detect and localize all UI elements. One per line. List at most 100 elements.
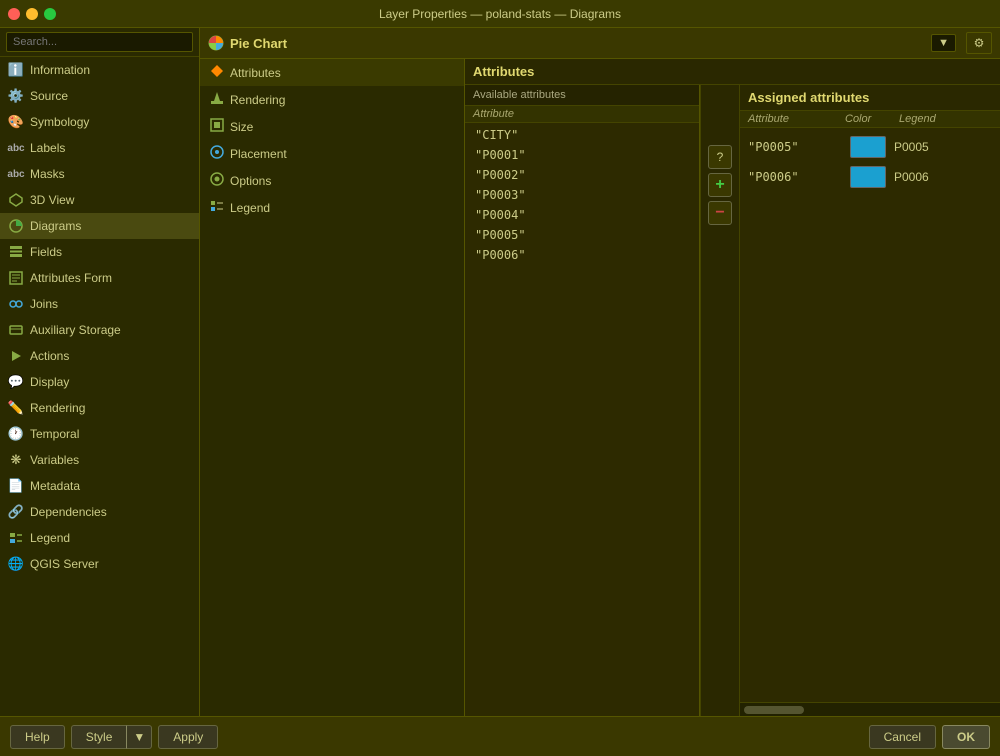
transfer-buttons: ? + − xyxy=(700,85,740,716)
add-attribute-button[interactable]: + xyxy=(708,173,732,197)
symbology-icon: 🎨 xyxy=(8,114,24,130)
assigned-scrollbar[interactable] xyxy=(740,702,1000,716)
sidebar-label-source: Source xyxy=(30,89,68,103)
sidebar-item-dependencies[interactable]: 🔗 Dependencies xyxy=(0,499,199,525)
scroll-thumb xyxy=(744,706,804,714)
assigned-item-p0006[interactable]: "P0006" P0006 xyxy=(740,162,1000,192)
diagram-type-dropdown[interactable]: ▼ xyxy=(931,34,956,52)
temporal-icon: 🕐 xyxy=(8,426,24,442)
window-controls[interactable] xyxy=(8,8,56,20)
attribute-column-header: Attribute xyxy=(473,108,514,120)
sidebar-item-symbology[interactable]: 🎨 Symbology xyxy=(0,109,199,135)
sidebar-item-rendering[interactable]: ✏️ Rendering xyxy=(0,395,199,421)
sidebar-item-source[interactable]: ⚙️ Source xyxy=(0,83,199,109)
sidebar-label-information: Information xyxy=(30,63,90,77)
style-button[interactable]: Style xyxy=(71,725,127,749)
menu-item-legend[interactable]: Legend xyxy=(200,194,464,221)
sidebar-item-masks[interactable]: abc Masks xyxy=(0,161,199,187)
assigned-attribute-header: Attribute xyxy=(748,113,841,125)
diagram-type-label: Pie Chart xyxy=(230,36,287,51)
help-button[interactable]: Help xyxy=(10,725,65,749)
menu-item-attributes[interactable]: Attributes xyxy=(200,59,464,86)
available-attributes-header: Available attributes xyxy=(465,85,699,106)
assigned-attributes-section: Assigned attributes Attribute Color Lege… xyxy=(740,85,1000,716)
sidebar-item-3dview[interactable]: 3D View xyxy=(0,187,199,213)
sidebar-item-display[interactable]: 💬 Display xyxy=(0,369,199,395)
assigned-attributes-header: Assigned attributes xyxy=(740,85,1000,111)
assigned-attr-label-p0006: "P0006" xyxy=(748,170,846,184)
sidebar-label-rendering: Rendering xyxy=(30,401,85,415)
source-icon: ⚙️ xyxy=(8,88,24,104)
dropdown-chevron: ▼ xyxy=(938,37,949,49)
available-attributes-section: Available attributes Attribute "CITY" "P… xyxy=(465,85,700,716)
available-attr-p0003[interactable]: "P0003" xyxy=(465,185,699,205)
minimize-button[interactable] xyxy=(26,8,38,20)
search-input[interactable] xyxy=(6,32,193,52)
sidebar-item-legend[interactable]: Legend xyxy=(0,525,199,551)
main-container: ℹ️ Information ⚙️ Source 🎨 Symbology abc… xyxy=(0,28,1000,716)
available-attr-p0006[interactable]: "P0006" xyxy=(465,245,699,265)
diagrams-icon xyxy=(8,218,24,234)
remove-attribute-button[interactable]: − xyxy=(708,201,732,225)
legend-icon xyxy=(8,530,24,546)
sidebar-item-temporal[interactable]: 🕐 Temporal xyxy=(0,421,199,447)
cancel-button[interactable]: Cancel xyxy=(869,725,936,749)
actions-icon xyxy=(8,348,24,364)
sidebar-label-actions: Actions xyxy=(30,349,69,363)
variables-icon: ❋ xyxy=(8,452,24,468)
sidebar-label-labels: Labels xyxy=(30,141,65,155)
assigned-legend-p0005: P0005 xyxy=(890,140,992,154)
sidebar-item-information[interactable]: ℹ️ Information xyxy=(0,57,199,83)
attributes-form-icon xyxy=(8,270,24,286)
sidebar-item-variables[interactable]: ❋ Variables xyxy=(0,447,199,473)
options-menu-icon xyxy=(210,172,224,189)
assigned-item-p0005[interactable]: "P0005" P0005 xyxy=(740,132,1000,162)
dependencies-icon: 🔗 xyxy=(8,504,24,520)
bottom-bar: Help Style ▼ Apply Cancel OK xyxy=(0,716,1000,756)
right-panel: Attributes Available attributes Attribut… xyxy=(465,59,1000,716)
settings-button[interactable]: ⚙ xyxy=(966,32,992,54)
rendering-menu-icon xyxy=(210,91,224,108)
maximize-button[interactable] xyxy=(44,8,56,20)
style-dropdown-button[interactable]: ▼ xyxy=(126,725,152,749)
question-button[interactable]: ? xyxy=(708,145,732,169)
sidebar-label-metadata: Metadata xyxy=(30,479,80,493)
available-attr-p0004[interactable]: "P0004" xyxy=(465,205,699,225)
sidebar-item-fields[interactable]: Fields xyxy=(0,239,199,265)
size-menu-icon xyxy=(210,118,224,135)
sidebar-label-3dview: 3D View xyxy=(30,193,74,207)
menu-item-rendering[interactable]: Rendering xyxy=(200,86,464,113)
available-attr-city[interactable]: "CITY" xyxy=(465,125,699,145)
sidebar-item-attributes-form[interactable]: Attributes Form xyxy=(0,265,199,291)
sidebar-item-qgis-server[interactable]: 🌐 QGIS Server xyxy=(0,551,199,577)
legend-menu-icon xyxy=(210,199,224,216)
color-swatch-p0005[interactable] xyxy=(850,136,886,158)
color-swatch-p0006[interactable] xyxy=(850,166,886,188)
3dview-icon xyxy=(8,192,24,208)
joins-icon xyxy=(8,296,24,312)
rendering-menu-label: Rendering xyxy=(230,93,285,107)
apply-button[interactable]: Apply xyxy=(158,725,218,749)
size-menu-label: Size xyxy=(230,120,253,134)
menu-item-size[interactable]: Size xyxy=(200,113,464,140)
sidebar: ℹ️ Information ⚙️ Source 🎨 Symbology abc… xyxy=(0,28,200,716)
bottom-right-buttons: Cancel OK xyxy=(869,725,990,749)
search-bar[interactable] xyxy=(0,28,199,57)
close-button[interactable] xyxy=(8,8,20,20)
sidebar-label-temporal: Temporal xyxy=(30,427,79,441)
sidebar-item-metadata[interactable]: 📄 Metadata xyxy=(0,473,199,499)
available-attr-p0005[interactable]: "P0005" xyxy=(465,225,699,245)
sidebar-item-diagrams[interactable]: Diagrams xyxy=(0,213,199,239)
menu-item-options[interactable]: Options xyxy=(200,167,464,194)
available-attr-p0002[interactable]: "P0002" xyxy=(465,165,699,185)
sidebar-item-auxiliary-storage[interactable]: Auxiliary Storage xyxy=(0,317,199,343)
ok-button[interactable]: OK xyxy=(942,725,990,749)
sidebar-item-joins[interactable]: Joins xyxy=(0,291,199,317)
sidebar-item-actions[interactable]: Actions xyxy=(0,343,199,369)
assigned-color-header: Color xyxy=(845,113,895,125)
placement-menu-label: Placement xyxy=(230,147,287,161)
available-attr-p0001[interactable]: "P0001" xyxy=(465,145,699,165)
sidebar-item-labels[interactable]: abc Labels xyxy=(0,135,199,161)
menu-item-placement[interactable]: Placement xyxy=(200,140,464,167)
sidebar-label-fields: Fields xyxy=(30,245,62,259)
